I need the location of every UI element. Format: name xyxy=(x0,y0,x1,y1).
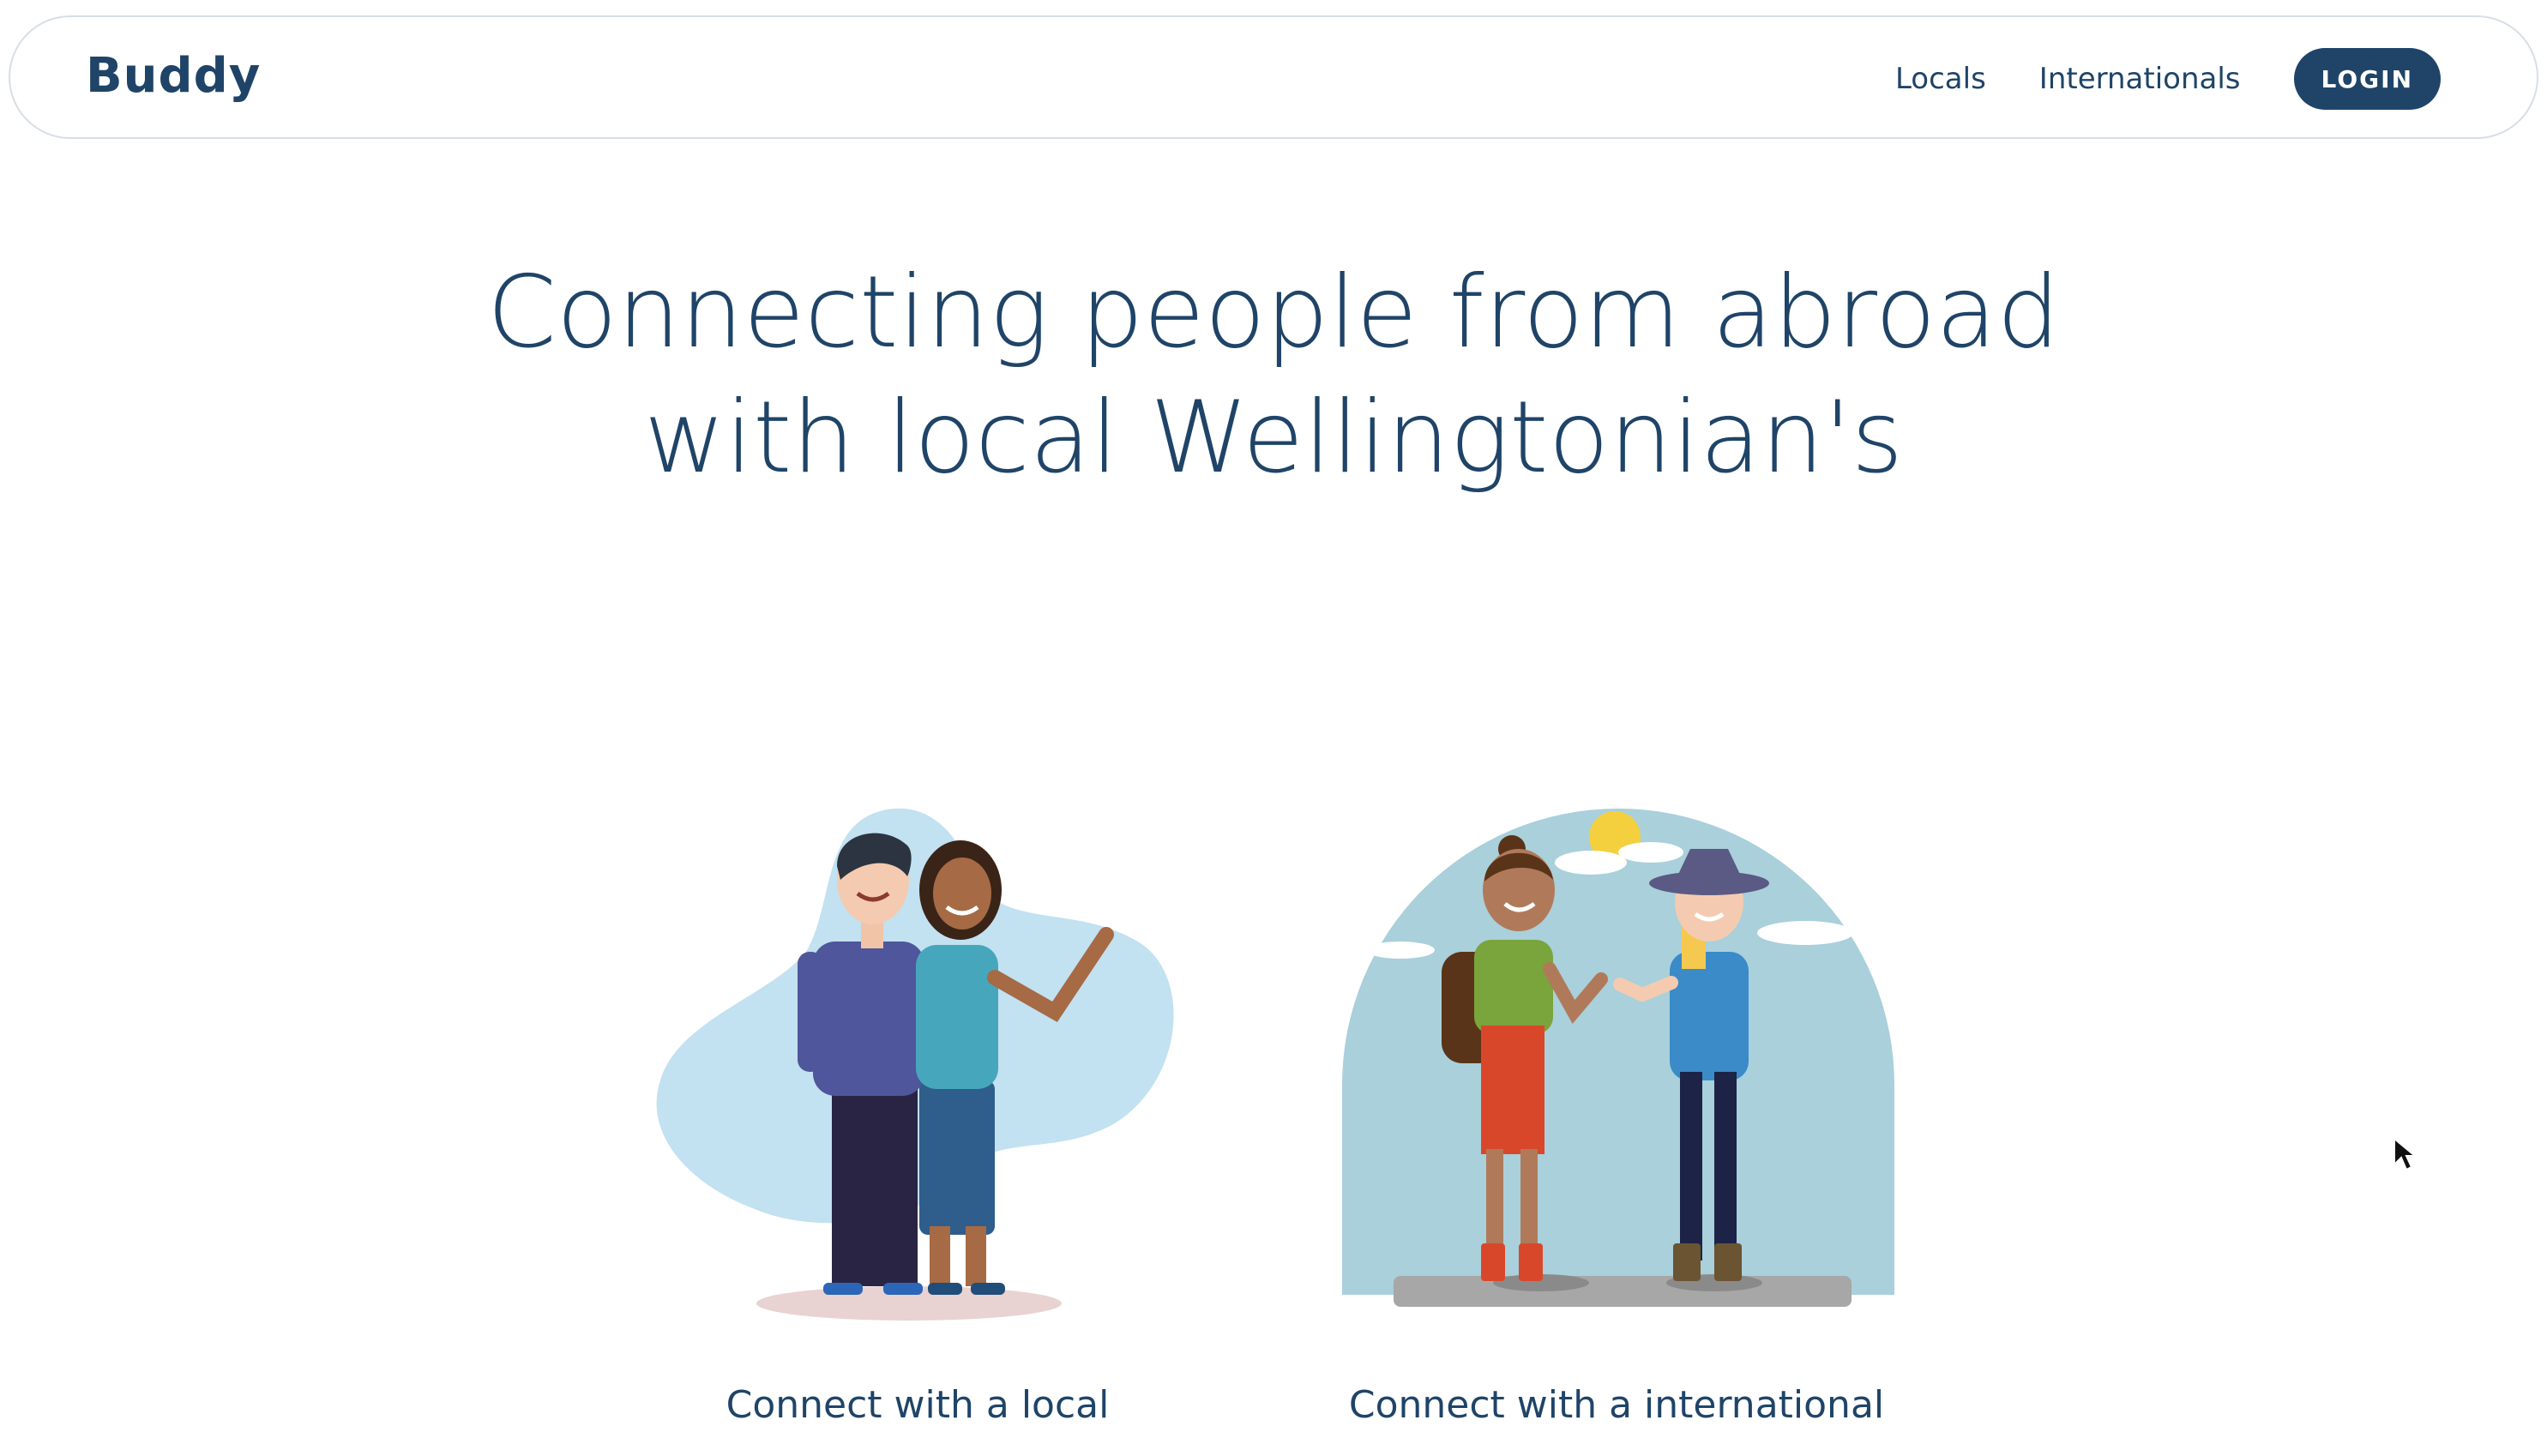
page-title: Connecting people from abroad with local… xyxy=(0,250,2547,501)
nav-link-internationals[interactable]: Internationals xyxy=(2039,62,2241,96)
page-title-line-2: with local Wellingtonian's xyxy=(643,380,1904,496)
login-button[interactable]: LOGIN xyxy=(2293,48,2441,110)
card-caption-international[interactable]: Connect with a international xyxy=(1291,1383,1942,1427)
travelers-illustration xyxy=(1342,809,1894,1307)
card-connect-international[interactable]: Connect with a international xyxy=(1291,797,1942,1432)
card-connect-local[interactable]: Connect with a local xyxy=(592,797,1243,1432)
mouse-cursor-icon xyxy=(2393,1137,2417,1171)
brand-logo[interactable]: Buddy xyxy=(86,48,261,104)
card-caption-local[interactable]: Connect with a local xyxy=(592,1383,1243,1427)
couple-illustration xyxy=(656,808,1174,1321)
nav-link-locals[interactable]: Locals xyxy=(1895,62,1986,96)
page-title-line-1: Connecting people from abroad xyxy=(486,255,2061,370)
navbar: Buddy Locals Internationals LOGIN xyxy=(9,15,2538,139)
nav-links: Locals Internationals LOGIN xyxy=(1895,48,2441,110)
